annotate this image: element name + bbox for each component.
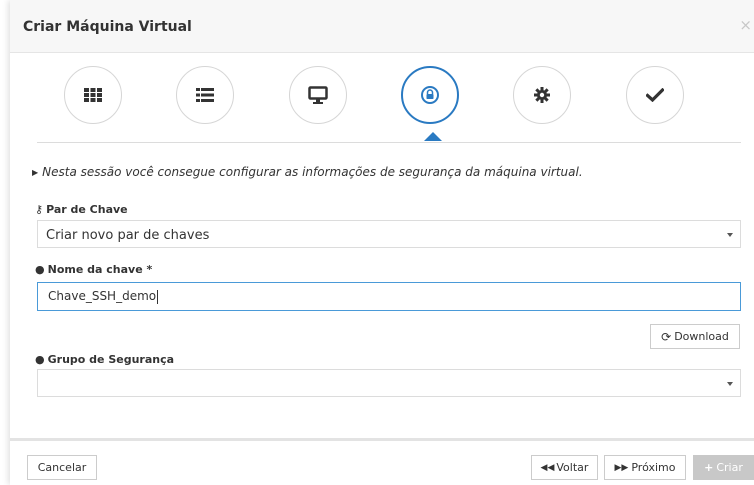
refresh-icon: ⟳ xyxy=(661,329,672,344)
cancel-button[interactable]: Cancelar xyxy=(27,455,97,480)
step-finish[interactable] xyxy=(626,66,684,124)
step-grid[interactable] xyxy=(64,66,122,124)
key-icon: ⚷ xyxy=(35,203,44,216)
next-label: Próximo xyxy=(631,461,676,474)
key-pair-label: Par de Chave xyxy=(46,203,128,216)
modal-title: Criar Máquina Virtual xyxy=(23,19,192,35)
caret-right-icon: ▶ xyxy=(32,168,39,177)
text-cursor xyxy=(157,289,159,304)
steps-divider xyxy=(37,142,741,143)
create-vm-modal: Criar Máquina Virtual × ▶ Nesta sessão v… xyxy=(10,0,754,485)
grid-icon xyxy=(84,88,102,102)
key-pair-value: Criar novo par de chaves xyxy=(46,228,210,243)
check-icon xyxy=(646,88,664,102)
key-pair-select[interactable]: Criar novo par de chaves xyxy=(37,220,741,248)
gear-icon xyxy=(534,87,550,103)
back-button[interactable]: ◀◀ Voltar xyxy=(531,455,598,480)
info-text-row: ▶ Nesta sessão você consegue configurar a… xyxy=(32,165,583,179)
step-security[interactable] xyxy=(401,66,459,124)
monitor-icon xyxy=(308,86,328,104)
close-icon[interactable]: × xyxy=(739,16,752,34)
back-label: Voltar xyxy=(556,461,589,474)
next-button[interactable]: ▶▶ Próximo xyxy=(604,455,686,480)
download-label: Download xyxy=(674,330,729,343)
key-name-field[interactable]: Chave_SSH_demo xyxy=(37,282,741,311)
key-name-label-row: ● Nome da chave * xyxy=(35,263,152,276)
security-group-label-row: ● Grupo de Segurança xyxy=(35,353,174,366)
security-group-select[interactable] xyxy=(37,369,741,397)
lock-small-icon: ● xyxy=(35,353,45,366)
key-pair-label-row: ⚷ Par de Chave xyxy=(35,203,128,216)
plus-icon: + xyxy=(704,461,714,474)
security-group-label: Grupo de Segurança xyxy=(47,353,175,366)
globe-icon: ● xyxy=(35,263,45,276)
info-text: Nesta sessão você consegue configurar as… xyxy=(42,165,583,179)
list-icon xyxy=(196,88,214,102)
create-label: Criar xyxy=(716,461,743,474)
create-button[interactable]: + Criar xyxy=(693,455,754,480)
modal-header: Criar Máquina Virtual × xyxy=(10,0,754,53)
active-step-caret xyxy=(424,132,442,141)
step-settings[interactable] xyxy=(513,66,571,124)
chevron-down-icon xyxy=(727,382,733,386)
key-name-text: Chave_SSH_demo xyxy=(48,289,157,303)
download-button[interactable]: ⟳ Download xyxy=(650,324,740,349)
step-list[interactable] xyxy=(176,66,234,124)
cancel-label: Cancelar xyxy=(37,461,87,474)
footer-divider xyxy=(10,438,754,441)
lock-icon xyxy=(421,86,439,104)
chevron-down-icon xyxy=(727,233,733,237)
step-monitor[interactable] xyxy=(289,66,347,124)
backward-icon: ◀◀ xyxy=(540,462,555,473)
key-name-value: Chave_SSH_demo xyxy=(48,289,159,304)
forward-icon: ▶▶ xyxy=(614,462,629,473)
key-name-label: Nome da chave * xyxy=(47,263,153,276)
